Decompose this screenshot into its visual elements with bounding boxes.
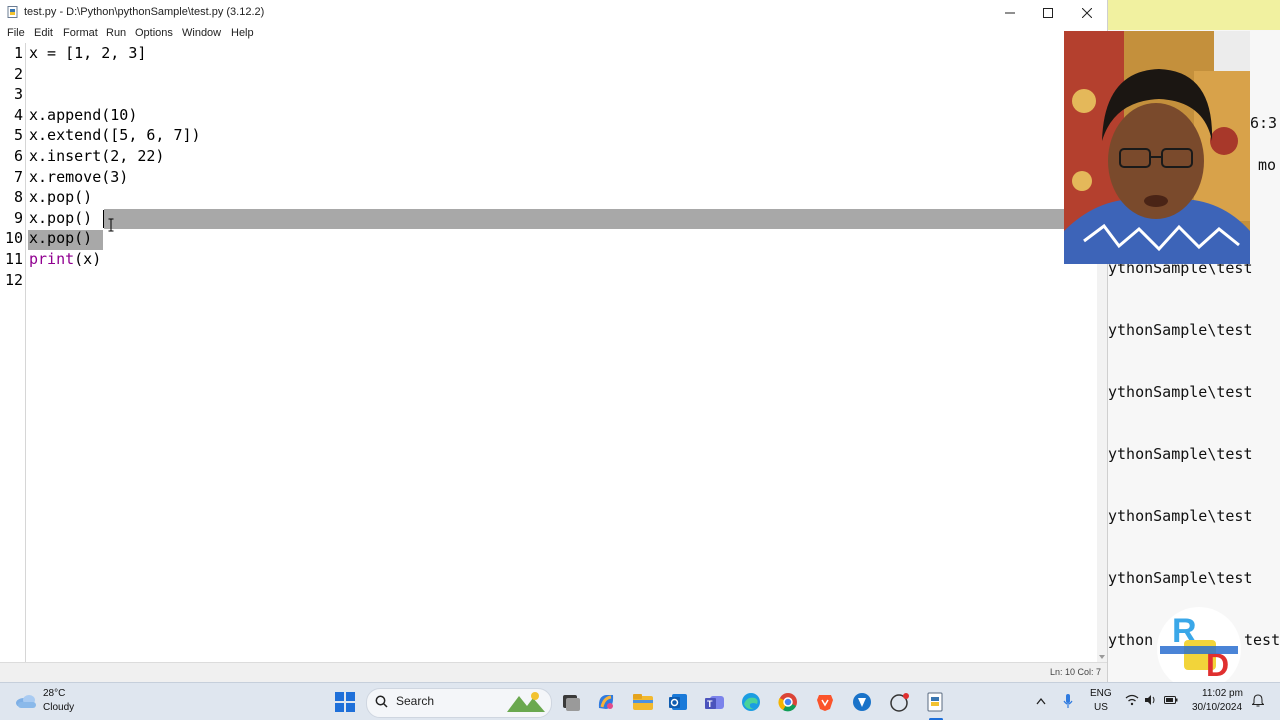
shell-output-line-partial-right: test bbox=[1244, 631, 1280, 649]
line-number: 5 bbox=[13, 126, 23, 145]
line-number: 2 bbox=[13, 64, 23, 83]
wifi-icon[interactable] bbox=[1125, 694, 1139, 706]
code-line[interactable]: print(x) bbox=[29, 249, 101, 270]
clock-time[interactable]: 11:02 pm bbox=[1202, 688, 1243, 699]
brave-browser-icon[interactable] bbox=[815, 692, 835, 712]
menu-file[interactable]: File bbox=[7, 27, 25, 39]
maximize-icon bbox=[1042, 7, 1053, 18]
chevron-up-icon[interactable] bbox=[1036, 697, 1046, 705]
presenter-video-image bbox=[1064, 31, 1250, 264]
idle-editor-window: test.py - D:\Python\pythonSample\test.py… bbox=[0, 0, 1108, 683]
line-number-gutter: 1 2 3 4 5 6 7 8 9 10 11 12 bbox=[0, 43, 26, 662]
language-indicator-bottom[interactable]: US bbox=[1094, 702, 1108, 713]
menu-run[interactable]: Run bbox=[106, 27, 126, 39]
code-line[interactable]: x.extend([5, 6, 7]) bbox=[29, 125, 201, 146]
code-line[interactable]: x.pop() bbox=[29, 208, 92, 229]
recording-app-icon[interactable] bbox=[889, 692, 911, 712]
search-placeholder: Search bbox=[396, 694, 435, 708]
taskbar: 28°C Cloudy Search T ENG US 11:02 pm 30/… bbox=[0, 682, 1280, 720]
print-keyword: print bbox=[29, 250, 75, 268]
menu-window[interactable]: Window bbox=[182, 27, 221, 39]
selection-highlight bbox=[104, 209, 1064, 229]
print-args: (x) bbox=[74, 250, 102, 268]
cursor-position: Ln: 10 Col: 7 bbox=[1049, 667, 1101, 677]
scroll-down-arrow-icon[interactable] bbox=[1099, 655, 1105, 659]
task-view-icon[interactable] bbox=[561, 692, 581, 712]
text-cursor bbox=[103, 210, 104, 228]
teams-icon[interactable]: T bbox=[704, 692, 726, 712]
background-text-second: mo bbox=[1258, 156, 1277, 174]
code-line[interactable]: x.remove(3) bbox=[29, 167, 128, 188]
menu-options[interactable]: Options bbox=[135, 27, 173, 39]
shell-output-line: ythonSample\test bbox=[1108, 569, 1253, 587]
code-line-selected[interactable]: x.pop() bbox=[29, 228, 92, 249]
search-icon bbox=[375, 695, 388, 708]
code-editor[interactable]: 1 2 3 4 5 6 7 8 9 10 11 12 x = [1, 2, 3]… bbox=[0, 43, 1097, 662]
shell-output-line: ythonSample\test bbox=[1108, 321, 1253, 339]
copilot-icon[interactable] bbox=[596, 692, 616, 712]
line-number: 6 bbox=[13, 147, 23, 165]
window-title: test.py - D:\Python\pythonSample\test.py… bbox=[24, 6, 265, 18]
edge-browser-icon[interactable] bbox=[741, 692, 761, 712]
background-text-top: 6:3 bbox=[1250, 114, 1278, 132]
line-number: 9 bbox=[13, 208, 23, 227]
clock-date[interactable]: 30/10/2024 bbox=[1192, 702, 1242, 713]
webcam-overlay bbox=[1064, 31, 1250, 264]
search-highlight-icon bbox=[507, 692, 545, 712]
background-window-header bbox=[1107, 0, 1280, 30]
microphone-icon[interactable] bbox=[1063, 693, 1073, 709]
line-number: 7 bbox=[13, 167, 23, 186]
line-number: 3 bbox=[13, 85, 23, 104]
battery-icon[interactable] bbox=[1164, 694, 1178, 706]
shell-output-line: ythonSample\test bbox=[1108, 445, 1253, 463]
vpn-app-icon[interactable] bbox=[852, 692, 872, 712]
channel-logo-icon: R D bbox=[1157, 607, 1241, 686]
svg-text:T: T bbox=[707, 699, 713, 709]
volume-icon[interactable] bbox=[1144, 694, 1156, 706]
minimize-button[interactable] bbox=[991, 0, 1028, 25]
code-line[interactable]: x.pop() bbox=[29, 187, 92, 208]
line-number: 1 bbox=[13, 44, 23, 62]
shell-output-line: ythonSample\test bbox=[1108, 383, 1253, 401]
notification-bell-icon[interactable] bbox=[1252, 694, 1264, 707]
language-indicator-top[interactable]: ENG bbox=[1090, 688, 1112, 699]
cloudy-weather-icon[interactable] bbox=[14, 692, 38, 710]
python-idle-icon[interactable] bbox=[925, 691, 947, 713]
title-bar[interactable]: test.py - D:\Python\pythonSample\test.py… bbox=[0, 0, 1107, 25]
line-number: 4 bbox=[13, 105, 23, 124]
line-number: 8 bbox=[13, 188, 23, 207]
shell-output-line: ythonSample\test bbox=[1108, 507, 1253, 525]
code-line[interactable]: x.insert(2, 22) bbox=[29, 146, 164, 167]
menu-format[interactable]: Format bbox=[63, 27, 98, 39]
menu-bar: File Edit Format Run Options Window Help bbox=[0, 25, 1107, 43]
line-number: 11 bbox=[4, 250, 23, 268]
menu-edit[interactable]: Edit bbox=[34, 27, 53, 39]
line-number: 12 bbox=[4, 270, 23, 289]
desktop: 6:3 mo ythonSample\test ythonSample\test… bbox=[0, 0, 1280, 720]
minimize-icon bbox=[1004, 12, 1015, 13]
file-explorer-icon[interactable] bbox=[632, 692, 654, 712]
close-button[interactable] bbox=[1068, 0, 1105, 25]
maximize-button[interactable] bbox=[1029, 0, 1066, 25]
line-number: 10 bbox=[4, 229, 23, 248]
menu-help[interactable]: Help bbox=[231, 27, 254, 39]
status-bar: Ln: 10 Col: 7 bbox=[0, 662, 1107, 683]
shell-output-line-partial: ython bbox=[1108, 631, 1154, 649]
outlook-icon[interactable] bbox=[668, 692, 688, 712]
ibeam-cursor-icon bbox=[108, 218, 114, 232]
chrome-browser-icon[interactable] bbox=[778, 692, 798, 712]
close-icon bbox=[1081, 7, 1092, 18]
code-line[interactable]: x = [1, 2, 3] bbox=[29, 43, 146, 64]
python-file-icon bbox=[7, 6, 18, 18]
weather-temperature[interactable]: 28°C bbox=[43, 688, 65, 699]
code-line[interactable]: x.append(10) bbox=[29, 105, 137, 126]
weather-condition[interactable]: Cloudy bbox=[43, 702, 74, 713]
windows-start-icon[interactable] bbox=[335, 692, 355, 712]
